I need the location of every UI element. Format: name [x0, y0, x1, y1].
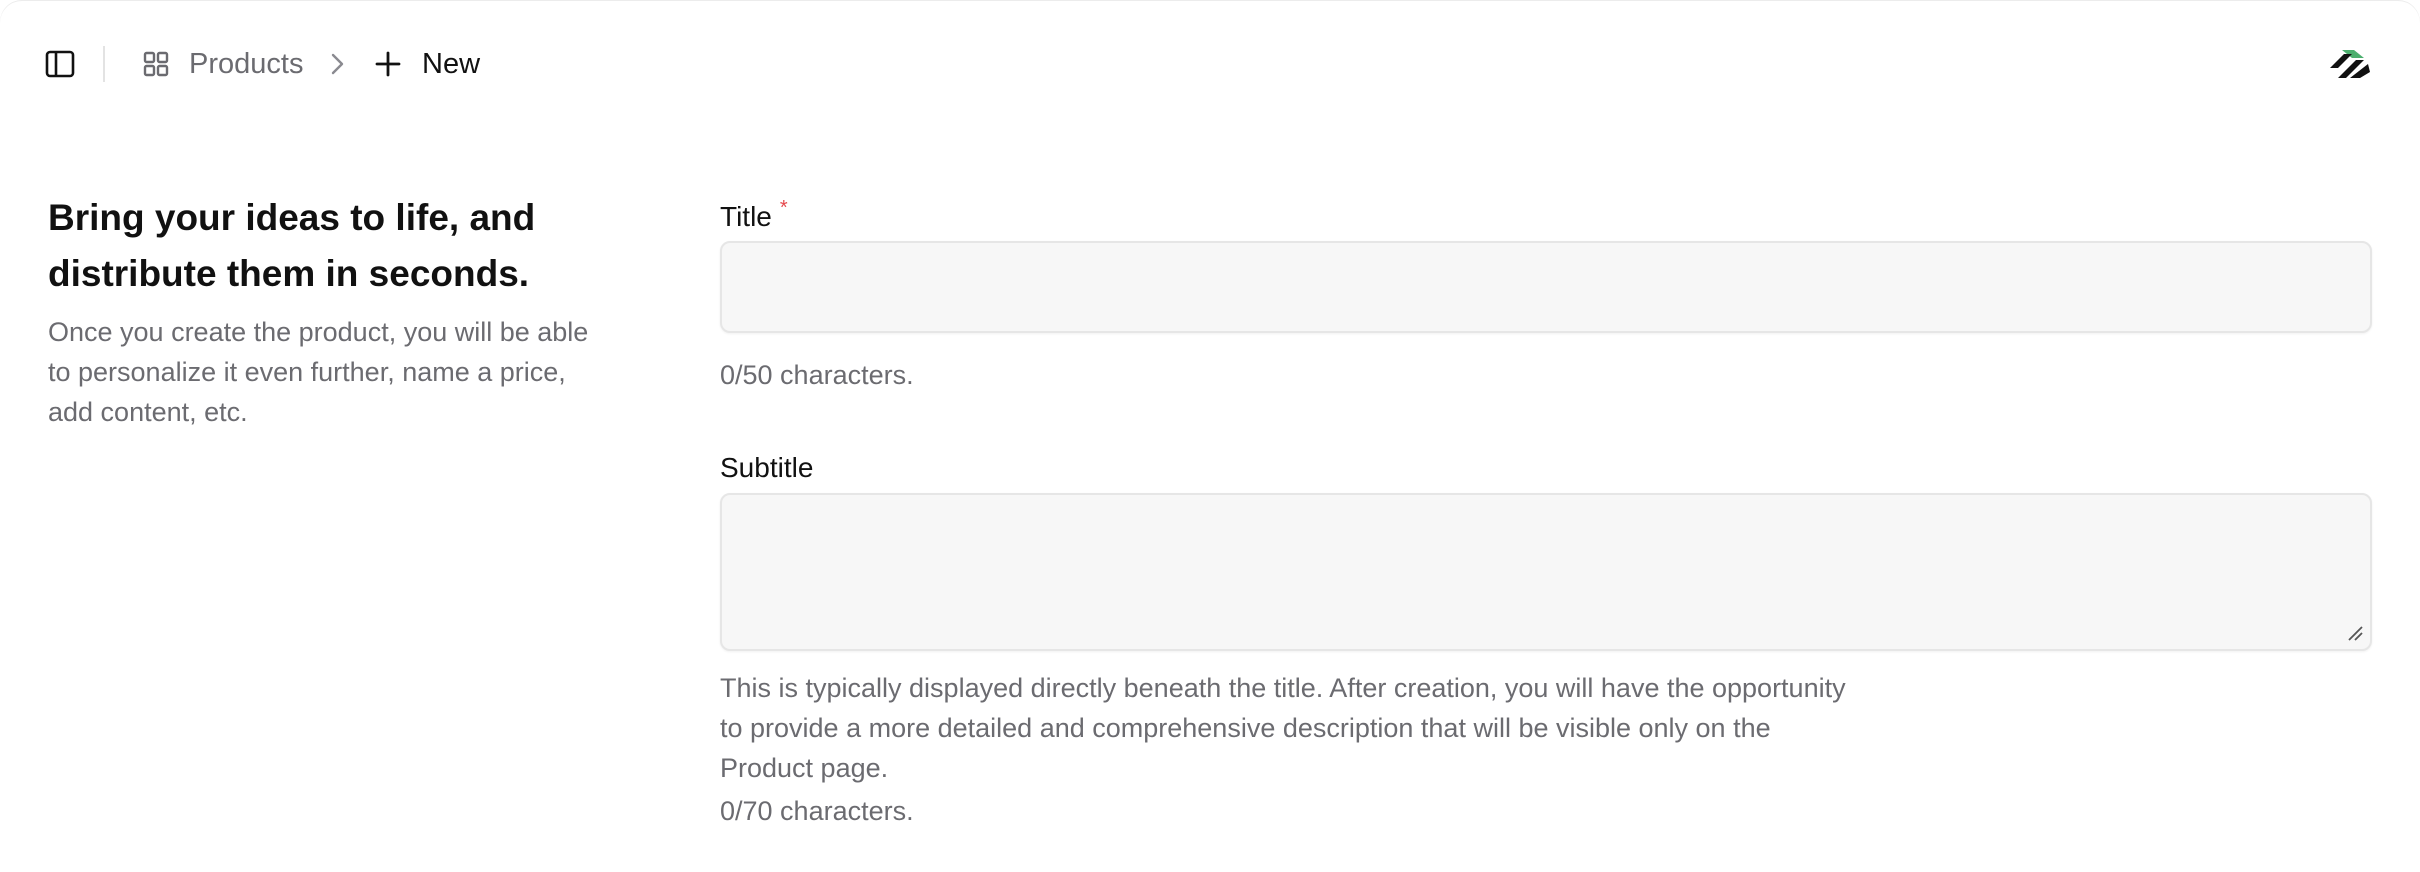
breadcrumb-products[interactable]: Products	[143, 44, 303, 84]
top-bar: Products New	[0, 0, 2420, 128]
resize-handle-icon[interactable]	[2346, 624, 2364, 642]
plus-icon	[375, 51, 401, 77]
title-label-text: Title	[720, 201, 772, 232]
page-heading: Bring your ideas to life, and distribute…	[48, 197, 536, 294]
sidebar-toggle-button[interactable]	[44, 49, 76, 79]
subtitle-character-counter: 0/70 characters.	[720, 796, 914, 826]
required-marker: *	[779, 197, 788, 219]
breadcrumb-products-label: Products	[189, 47, 304, 80]
breadcrumb-new[interactable]: New	[374, 44, 480, 84]
subtitle-label: Subtitle	[720, 452, 814, 483]
page-description: Once you create the product, you will be…	[48, 317, 589, 427]
sidebar-panel-icon	[45, 50, 75, 78]
header-divider	[103, 46, 105, 82]
brand-logo-icon[interactable]	[2328, 46, 2372, 82]
subtitle-helper-text: This is typically displayed directly ben…	[720, 673, 1846, 783]
grid-icon	[143, 51, 169, 77]
title-label: Title *	[720, 197, 788, 233]
chevron-right-icon	[331, 53, 344, 75]
subtitle-textarea[interactable]	[720, 493, 2372, 651]
app-window: Products New Bring your ideas to life, a…	[0, 0, 2420, 872]
title-character-counter: 0/50 characters.	[720, 360, 914, 390]
breadcrumb-new-label: New	[422, 47, 481, 80]
title-input[interactable]	[720, 241, 2372, 333]
